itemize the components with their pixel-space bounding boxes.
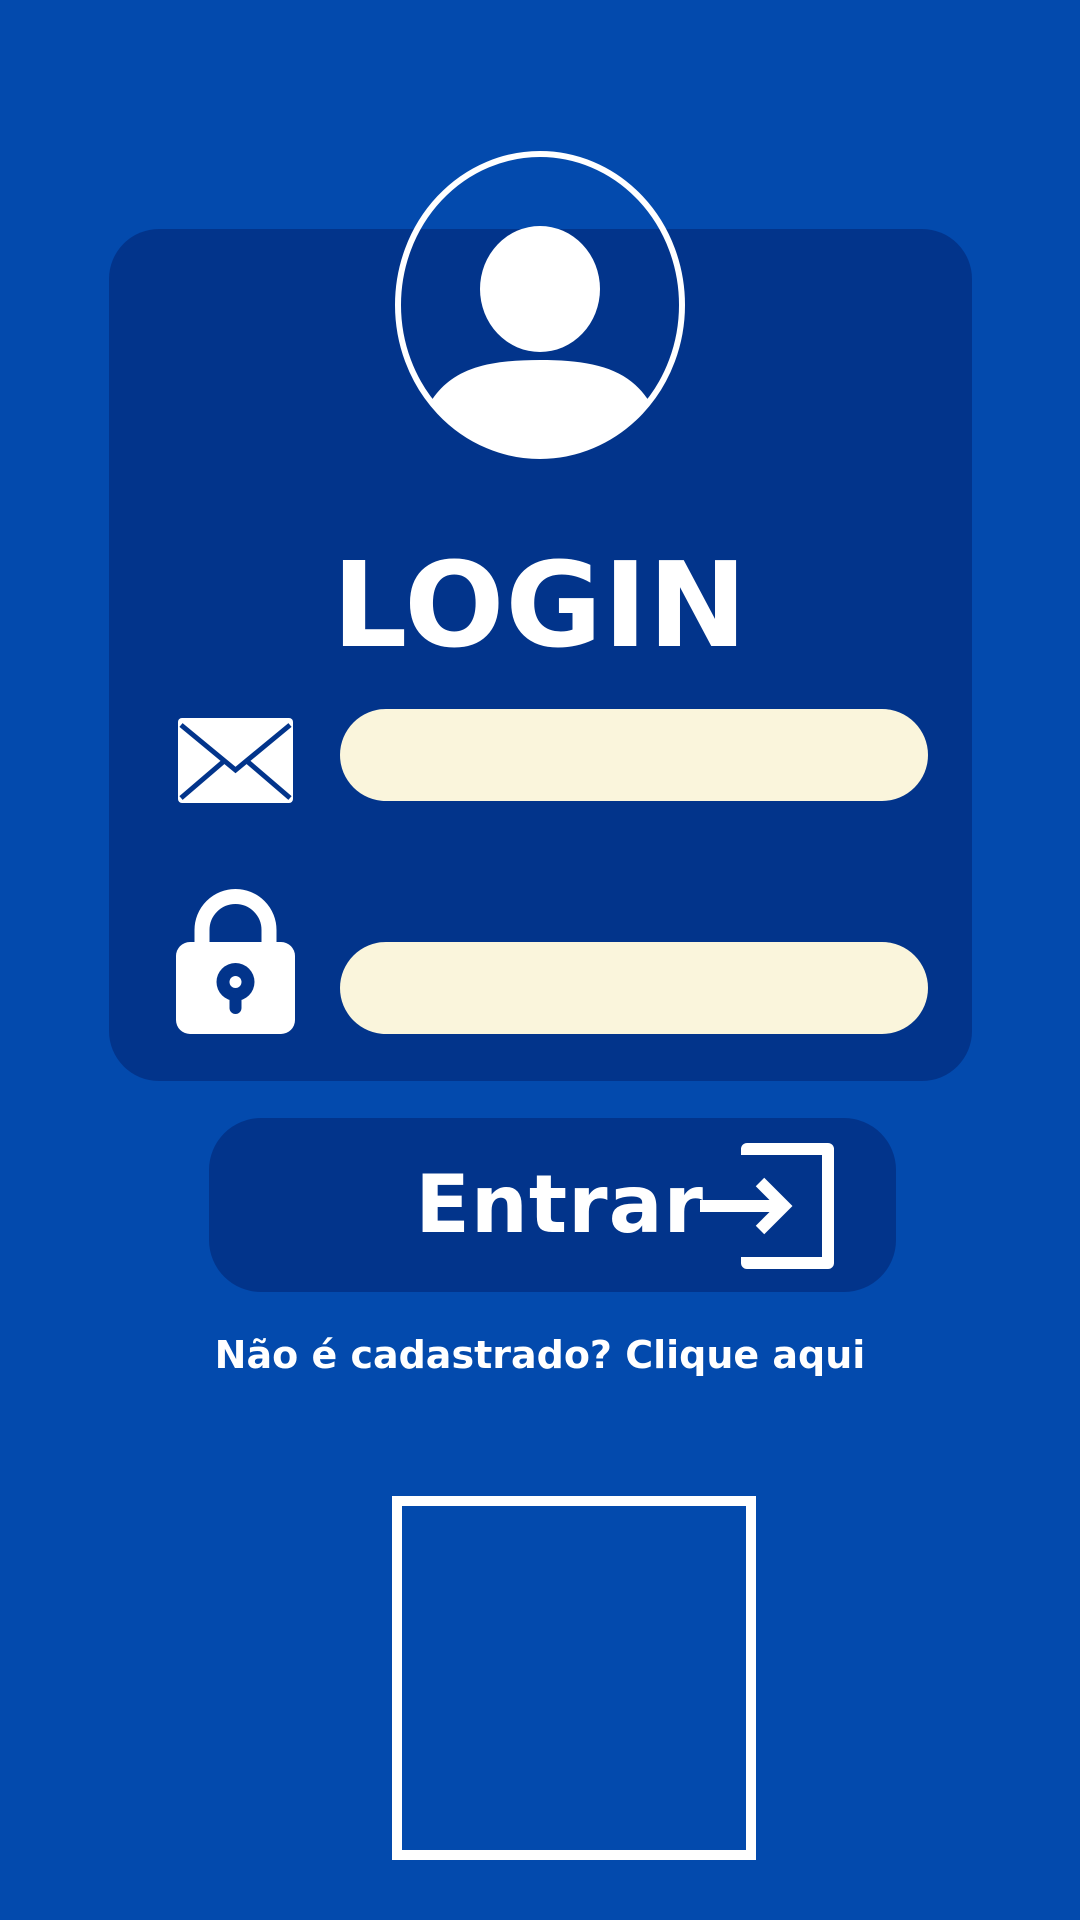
user-avatar-icon xyxy=(395,151,685,459)
enter-button-label: Entrar xyxy=(415,1158,704,1251)
email-field[interactable] xyxy=(340,709,928,801)
image-placeholder-frame xyxy=(392,1496,756,1860)
envelope-icon xyxy=(178,718,293,803)
password-field[interactable] xyxy=(340,942,928,1034)
lock-icon xyxy=(176,889,295,1034)
enter-button[interactable]: Entrar xyxy=(209,1118,896,1292)
page-title: LOGIN xyxy=(332,536,748,674)
register-link[interactable]: Não é cadastrado? Clique aqui xyxy=(0,1330,1080,1380)
sign-in-icon xyxy=(700,1143,834,1269)
